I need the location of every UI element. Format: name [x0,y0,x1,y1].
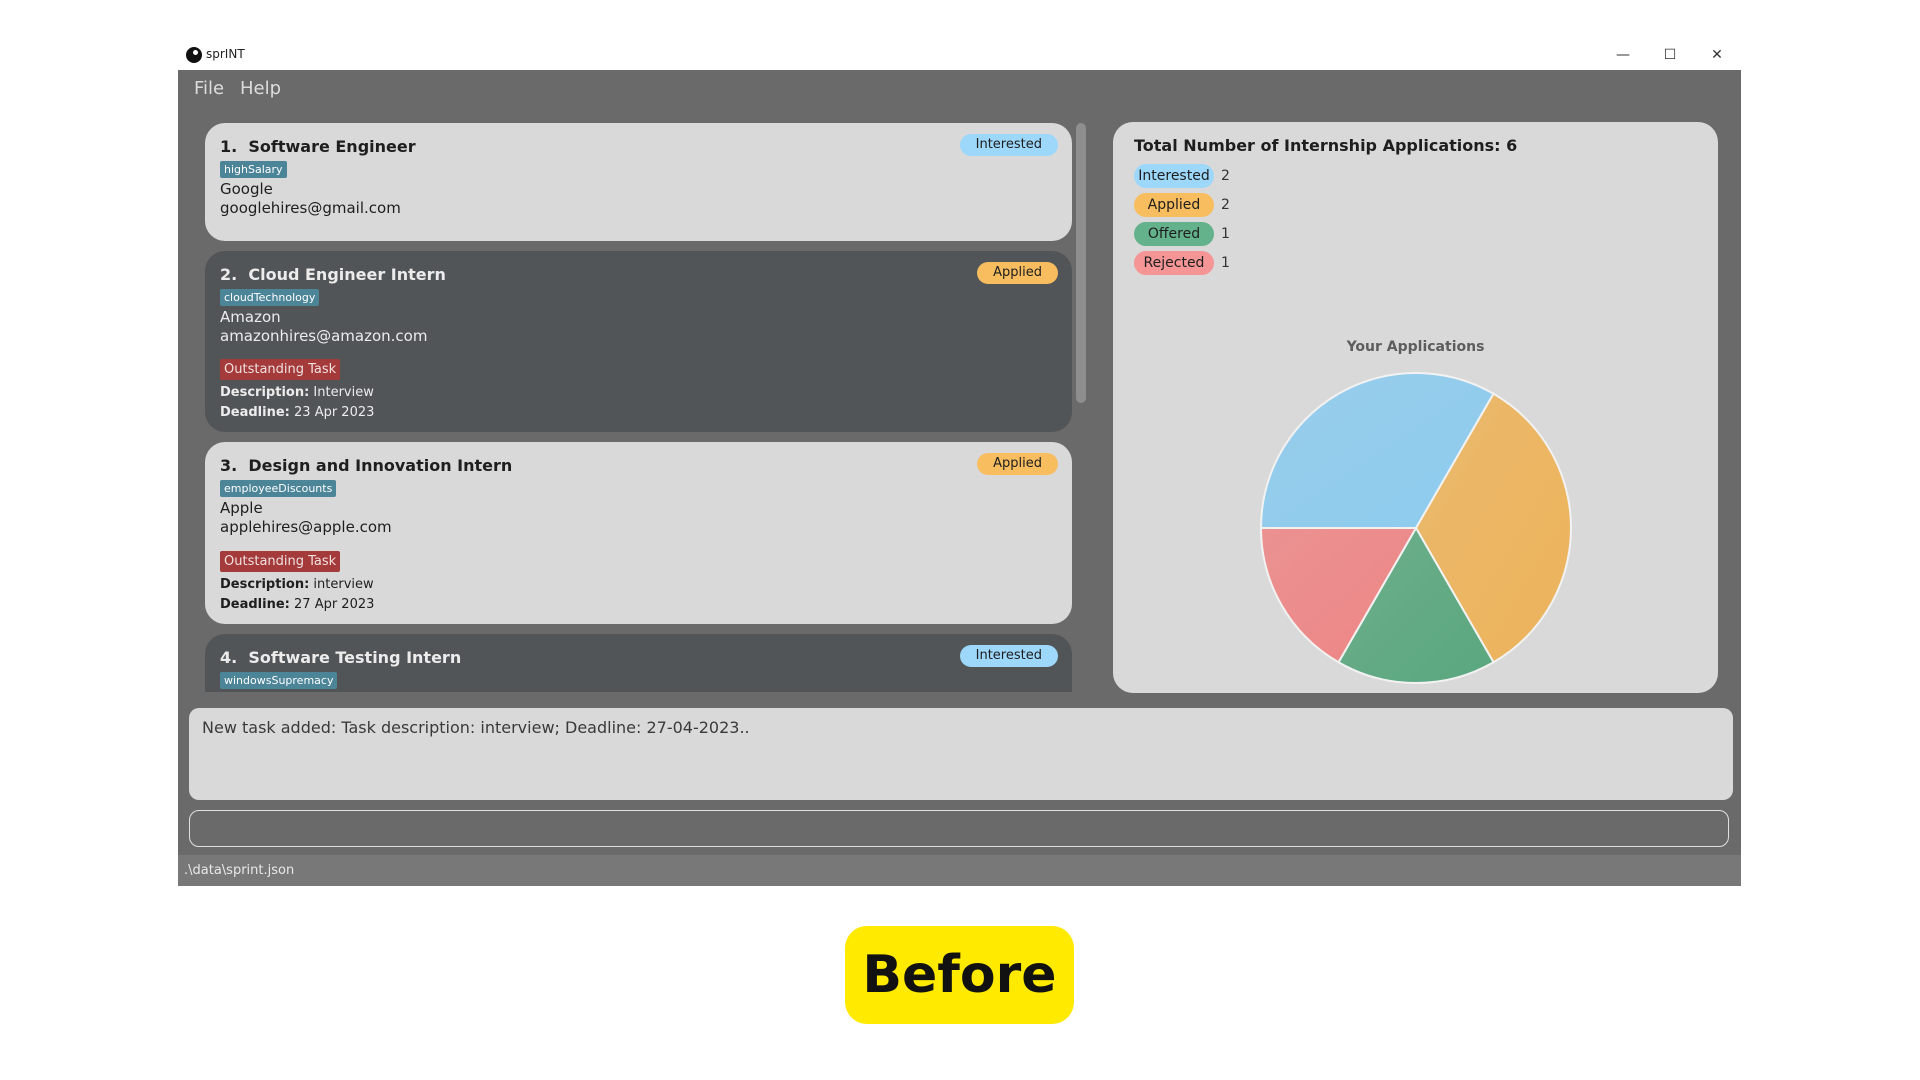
status-badge: Interested [959,645,1058,667]
close-button[interactable]: ✕ [1694,44,1740,66]
tag-badge: cloudTechnology [220,289,320,306]
task-deadline: Deadline: 23 Apr 2023 [220,405,375,420]
card-title: 3. Design and Innovation Intern [220,456,513,475]
status-badge: Applied [977,262,1058,284]
application-card[interactable]: 4. Software Testing Intern windowsSuprem… [205,634,1072,692]
company-name: Amazon [220,308,281,326]
chart-title: Your Applications [1346,339,1485,355]
stat-label: Offered [1134,222,1214,246]
company-name: Apple [220,499,263,517]
card-title: 4. Software Testing Intern [220,648,462,667]
company-email: googlehires@gmail.com [220,199,401,217]
company-email: applehires@apple.com [220,518,392,536]
application-card[interactable]: 3. Design and Innovation Intern employee… [205,442,1072,624]
stat-count: 2 [1221,168,1230,184]
storage-path: .\data\sprint.json [184,863,295,878]
maximize-button[interactable]: ☐ [1647,44,1693,66]
task-description: Description: interview [220,577,374,592]
status-bar [178,855,1741,886]
stat-label: Rejected [1134,251,1214,275]
stat-count: 1 [1221,255,1230,271]
menu-bar [178,70,1741,108]
stat-label: Interested [1134,164,1214,188]
status-badge: Applied [977,453,1058,475]
card-title: 1. Software Engineer [220,137,416,156]
task-deadline: Deadline: 27 Apr 2023 [220,597,375,612]
title-bar [178,42,1741,70]
stat-count: 1 [1221,226,1230,242]
application-card[interactable]: 2. Cloud Engineer Intern cloudTechnology… [205,251,1072,432]
minimize-button[interactable]: — [1600,44,1646,66]
list-scrollbar[interactable] [1076,123,1086,403]
tag-badge: highSalary [220,161,287,178]
tag-badge: employeeDiscounts [220,480,337,497]
stats-title: Total Number of Internship Applications:… [1134,136,1518,155]
result-text: New task added: Task description: interv… [202,718,750,737]
app-logo-icon [186,47,202,63]
application-card[interactable]: 1. Software Engineer highSalary Google g… [205,123,1072,241]
window-title: sprINT [206,47,245,61]
before-label: Before [845,926,1074,1024]
card-title: 2. Cloud Engineer Intern [220,265,446,284]
result-display: New task added: Task description: interv… [189,708,1733,800]
menu-help[interactable]: Help [240,78,281,99]
status-badge: Interested [959,134,1058,156]
menu-file[interactable]: File [194,78,224,99]
company-name: Google [220,180,273,198]
tag-badge: windowsSupremacy [220,672,338,689]
stat-label: Applied [1134,193,1214,217]
company-email: amazonhires@amazon.com [220,327,428,345]
command-input[interactable] [189,810,1729,847]
applications-pie-chart [1259,372,1572,684]
task-description: Description: Interview [220,385,374,400]
outstanding-task-badge: Outstanding Task [220,551,341,572]
stat-count: 2 [1221,197,1230,213]
outstanding-task-badge: Outstanding Task [220,359,341,380]
